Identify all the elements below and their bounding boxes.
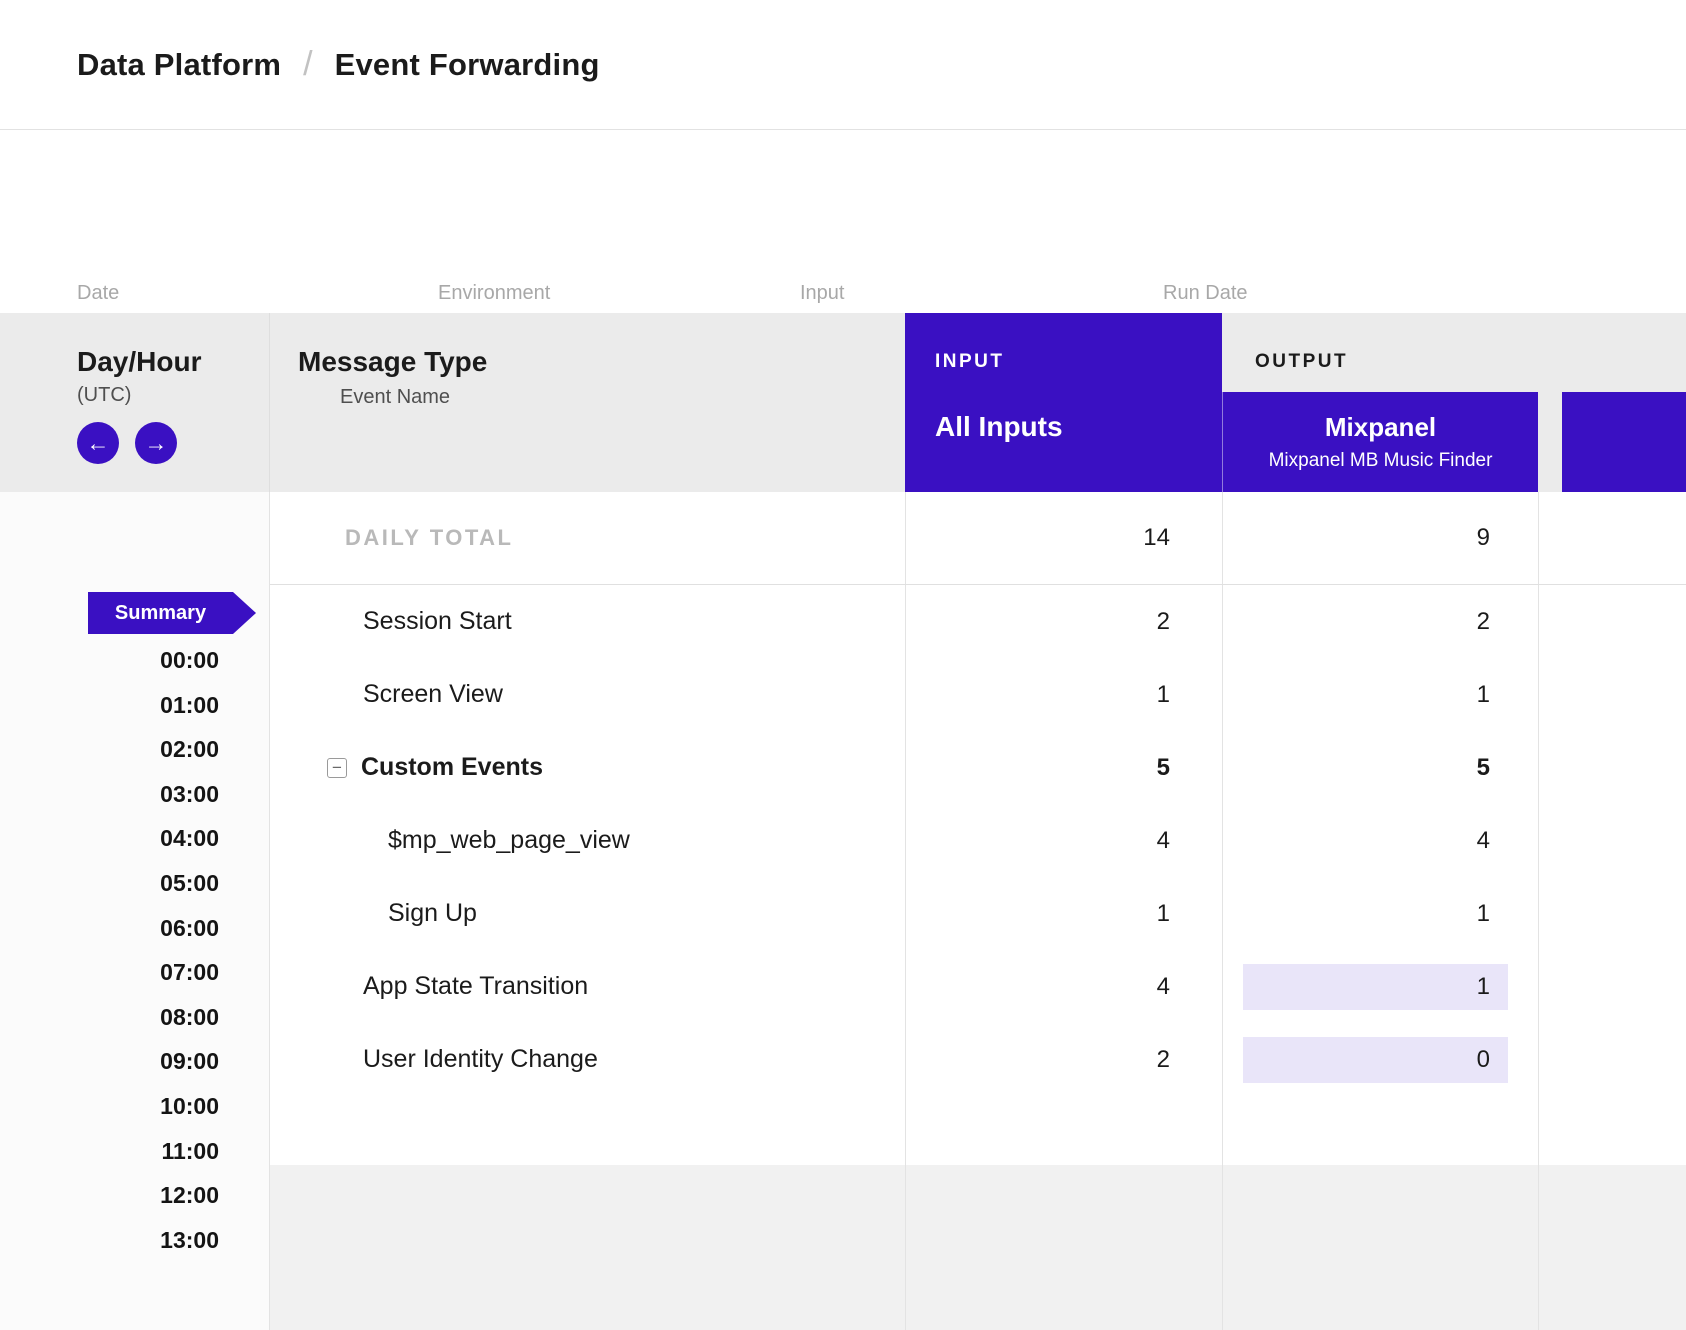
output-column-label: OUTPUT — [1255, 351, 1348, 373]
hour-item[interactable]: 03:00 — [160, 772, 219, 817]
hour-item[interactable]: 07:00 — [160, 950, 219, 995]
summary-badge[interactable]: Summary — [88, 592, 233, 634]
input-count: 1 — [905, 681, 1222, 709]
daily-total-input: 14 — [905, 524, 1222, 552]
message-type-title: Message Type — [298, 346, 905, 378]
table-row: Screen View 1 1 — [270, 658, 1686, 731]
table-row: $mp_web_page_view 4 4 — [270, 804, 1686, 877]
input-count: 1 — [905, 900, 1222, 928]
event-name: Screen View — [270, 680, 905, 709]
input-column-header[interactable]: INPUT All Inputs — [905, 313, 1222, 492]
page-title: Event Forwarding — [335, 47, 600, 83]
output-count: 1 — [1222, 672, 1538, 718]
message-type-header: Message Type Event Name — [270, 313, 905, 492]
breadcrumb-parent[interactable]: Data Platform — [77, 47, 281, 83]
event-name: User Identity Change — [270, 1045, 905, 1074]
previous-day-button[interactable]: ← — [77, 422, 119, 464]
data-rows: DAILY TOTAL 14 9 Session Start 2 2 Scree… — [270, 492, 1686, 1330]
output-count-highlighted[interactable]: 1 — [1222, 964, 1538, 1010]
table-row: App State Transition 4 1 — [270, 950, 1686, 1023]
event-name: App State Transition — [270, 972, 905, 1001]
table-row: − Custom Events 5 5 — [270, 731, 1686, 804]
daily-total-label: DAILY TOTAL — [270, 525, 905, 551]
hour-item[interactable]: 11:00 — [160, 1129, 219, 1174]
event-name-subtitle: Event Name — [298, 386, 905, 409]
output-subtitle: Mixpanel MB Music Finder — [1269, 450, 1493, 472]
event-forwarding-page: Data Platform / Event Forwarding Date 08… — [0, 0, 1686, 1330]
hour-item[interactable]: 13:00 — [160, 1218, 219, 1263]
output-column-header: OUTPUT Mixpanel Mixpanel MB Music Finder — [1222, 313, 1538, 492]
daily-total-output: 9 — [1222, 515, 1538, 561]
event-group-name: − Custom Events — [270, 753, 905, 782]
output-next-header[interactable] — [1562, 392, 1686, 492]
hour-item[interactable]: 00:00 — [160, 638, 219, 683]
output-count: 4 — [1222, 818, 1538, 864]
event-name: Sign Up — [270, 899, 905, 928]
table-row: User Identity Change 2 0 — [270, 1023, 1686, 1096]
output-count: 2 — [1222, 599, 1538, 645]
hour-item[interactable]: 08:00 — [160, 995, 219, 1040]
hour-item[interactable]: 06:00 — [160, 906, 219, 951]
input-count: 4 — [905, 827, 1222, 855]
empty-area — [270, 1165, 1686, 1330]
input-count: 5 — [905, 754, 1222, 782]
run-date-label: Run Date — [1163, 282, 1403, 305]
event-name: Session Start — [270, 607, 905, 636]
day-hour-header: Day/Hour (UTC) ← → — [0, 313, 270, 492]
output-count: 5 — [1222, 745, 1538, 791]
event-name: $mp_web_page_view — [270, 826, 905, 855]
input-count: 4 — [905, 973, 1222, 1001]
hour-column: Summary 00:00 01:00 02:00 03:00 04:00 05… — [0, 492, 270, 1330]
hour-item[interactable]: 09:00 — [160, 1039, 219, 1084]
hour-item[interactable]: 02:00 — [160, 727, 219, 772]
breadcrumb-separator: / — [303, 45, 312, 84]
input-column-value: All Inputs — [935, 411, 1222, 443]
table-header: Day/Hour (UTC) ← → Message Type Event Na… — [0, 313, 1686, 492]
input-column-label: INPUT — [935, 351, 1222, 373]
hour-list: 00:00 01:00 02:00 03:00 04:00 05:00 06:0… — [160, 638, 219, 1262]
hour-item[interactable]: 05:00 — [160, 861, 219, 906]
input-count: 2 — [905, 608, 1222, 636]
output-count-highlighted[interactable]: 0 — [1222, 1037, 1538, 1083]
table-row: Session Start 2 2 — [270, 585, 1686, 658]
hour-item[interactable]: 12:00 — [160, 1173, 219, 1218]
next-day-button[interactable]: → — [135, 422, 177, 464]
collapse-icon[interactable]: − — [327, 758, 347, 778]
table-body: Summary 00:00 01:00 02:00 03:00 04:00 05… — [0, 492, 1686, 1330]
date-filter-label: Date — [77, 282, 419, 305]
hour-item[interactable]: 04:00 — [160, 816, 219, 861]
daily-total-row: DAILY TOTAL 14 9 — [270, 492, 1686, 585]
input-filter-label: Input — [800, 282, 1140, 305]
day-hour-subtitle: (UTC) — [77, 384, 269, 407]
output-count: 1 — [1222, 891, 1538, 937]
hour-item[interactable]: 01:00 — [160, 683, 219, 728]
breadcrumb: Data Platform / Event Forwarding — [0, 0, 1686, 130]
output-name: Mixpanel — [1325, 412, 1436, 443]
output-mixpanel-header[interactable]: Mixpanel Mixpanel MB Music Finder — [1222, 392, 1538, 492]
environment-filter-label: Environment — [438, 282, 780, 305]
filter-bar: Date 08/08/2025 Environment Development … — [0, 130, 1686, 313]
hour-item[interactable]: 10:00 — [160, 1084, 219, 1129]
table-row: Sign Up 1 1 — [270, 877, 1686, 950]
day-hour-title: Day/Hour — [77, 346, 269, 378]
output-next-column-partial — [1538, 313, 1686, 492]
input-count: 2 — [905, 1046, 1222, 1074]
